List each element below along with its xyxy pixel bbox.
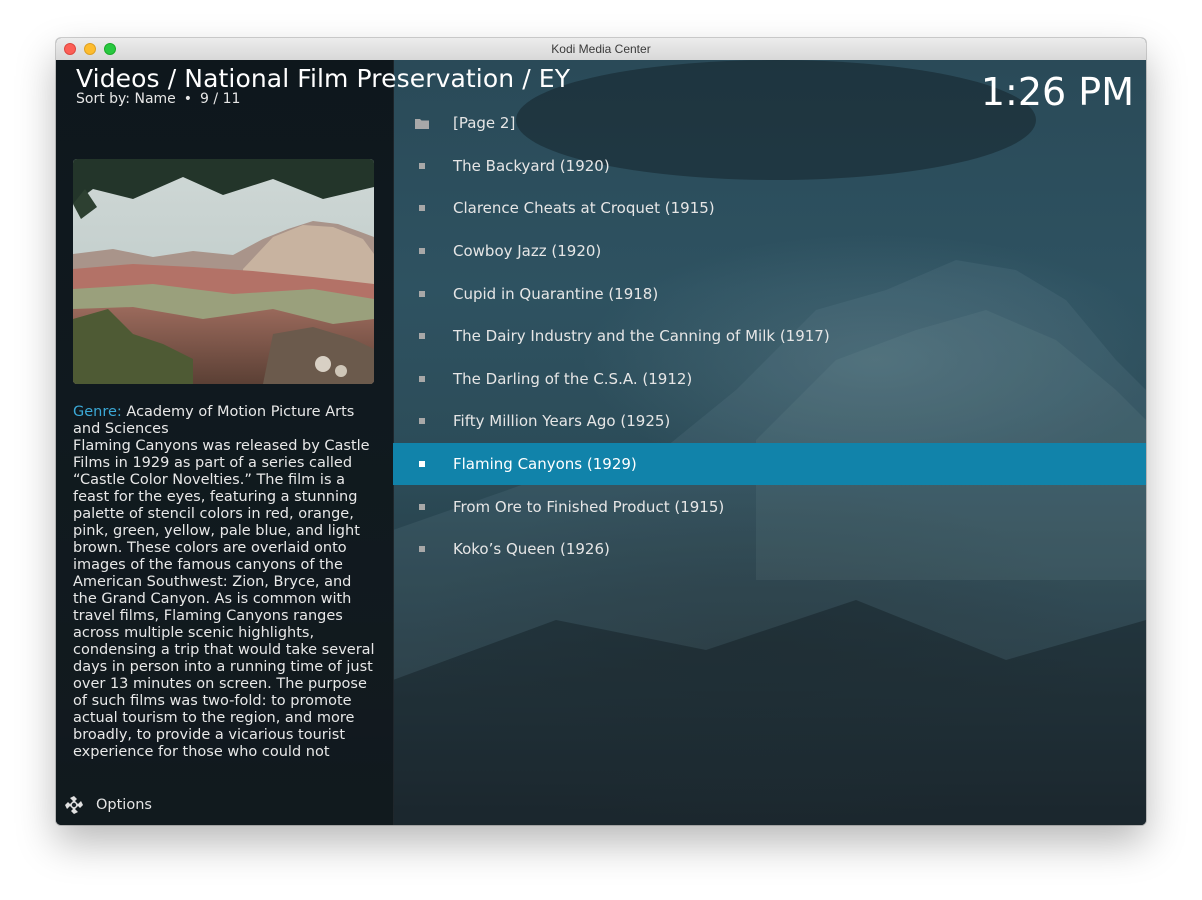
title-bar: Kodi Media Center <box>56 38 1146 61</box>
list-item[interactable]: Cupid in Quarantine (1918) <box>393 272 1146 315</box>
list-item[interactable]: The Backyard (1920) <box>393 145 1146 188</box>
list-item-selected[interactable]: Flaming Canyons (1929) <box>393 442 1146 486</box>
bullet-icon <box>419 375 425 382</box>
minimize-window-button[interactable] <box>84 43 96 55</box>
list-item[interactable]: The Dairy Industry and the Canning of Mi… <box>393 315 1146 358</box>
list-item-bullet <box>393 205 453 212</box>
bullet-icon <box>419 162 425 169</box>
list-item-bullet <box>393 461 453 468</box>
options-label: Options <box>96 797 152 813</box>
poster-image <box>73 159 374 384</box>
list-item-label: From Ore to Finished Product (1915) <box>453 497 725 516</box>
list-item-label: The Dairy Industry and the Canning of Mi… <box>453 327 830 346</box>
list-item-label: Koko’s Queen (1926) <box>453 540 610 559</box>
list-item-label: Cupid in Quarantine (1918) <box>453 284 659 303</box>
maximize-window-button[interactable] <box>104 43 116 55</box>
list-item[interactable]: Cowboy Jazz (1920) <box>393 230 1146 273</box>
page-title: Videos / National Film Preservation / EY <box>76 64 571 93</box>
canyon-thumbnail <box>73 159 374 384</box>
list-item-bullet <box>393 290 453 297</box>
list-item[interactable]: Koko’s Queen (1926) <box>393 528 1146 571</box>
folder-icon <box>415 118 429 129</box>
bullet-icon <box>419 546 425 553</box>
list-item-label: The Backyard (1920) <box>453 156 610 175</box>
list-item[interactable]: The Darling of the C.S.A. (1912) <box>393 358 1146 401</box>
sort-info: Sort by: Name • 9 / 11 <box>76 91 240 107</box>
bullet-icon <box>419 248 425 255</box>
kodi-app: Genre: Academy of Motion Picture Arts an… <box>56 60 1146 825</box>
list-item-label: Fifty Million Years Ago (1925) <box>453 412 671 431</box>
genre-label: Genre: <box>73 404 122 420</box>
bullet-icon <box>419 290 425 297</box>
list-item-bullet <box>393 248 453 255</box>
sort-label[interactable]: Sort by: Name <box>76 91 176 107</box>
list-item-label: Clarence Cheats at Croquet (1915) <box>453 199 715 218</box>
list-item-bullet <box>393 546 453 553</box>
window-controls <box>64 43 116 55</box>
list-item-bullet <box>393 375 453 382</box>
window-title: Kodi Media Center <box>551 42 651 56</box>
options-icon <box>65 796 83 814</box>
list-item[interactable]: Fifty Million Years Ago (1925) <box>393 400 1146 443</box>
bullet-icon <box>419 333 425 340</box>
info-panel: Genre: Academy of Motion Picture Arts an… <box>56 60 394 825</box>
list-item[interactable]: Clarence Cheats at Croquet (1915) <box>393 187 1146 230</box>
item-position: 9 / 11 <box>200 91 241 107</box>
list-item[interactable]: From Ore to Finished Product (1915) <box>393 485 1146 528</box>
options-button[interactable]: Options <box>64 795 152 815</box>
list-item-label: Flaming Canyons (1929) <box>453 455 637 474</box>
list-item-page-2[interactable]: [Page 2] <box>393 102 1146 145</box>
list-item-bullet <box>393 418 453 425</box>
list-item-label: [Page 2] <box>453 114 516 133</box>
close-window-button[interactable] <box>64 43 76 55</box>
separator-dot: • <box>183 91 193 107</box>
plot-description: Flaming Canyons was released by Castle F… <box>73 438 375 760</box>
plot-text: Genre: Academy of Motion Picture Arts an… <box>73 404 378 765</box>
bullet-icon <box>419 503 425 510</box>
list-item-bullet <box>393 162 453 169</box>
list-item-bullet <box>393 333 453 340</box>
list-item-label: Cowboy Jazz (1920) <box>453 242 602 261</box>
bullet-icon <box>419 461 425 468</box>
bullet-icon <box>419 205 425 212</box>
video-list: [Page 2] The Backyard (1920) Clarence Ch… <box>393 102 1146 571</box>
app-window: Kodi Media Center Genre: Academy of Moti… <box>56 38 1146 825</box>
list-item-bullet <box>393 503 453 510</box>
list-item-bullet <box>393 118 453 129</box>
bullet-icon <box>419 418 425 425</box>
list-item-label: The Darling of the C.S.A. (1912) <box>453 369 693 388</box>
